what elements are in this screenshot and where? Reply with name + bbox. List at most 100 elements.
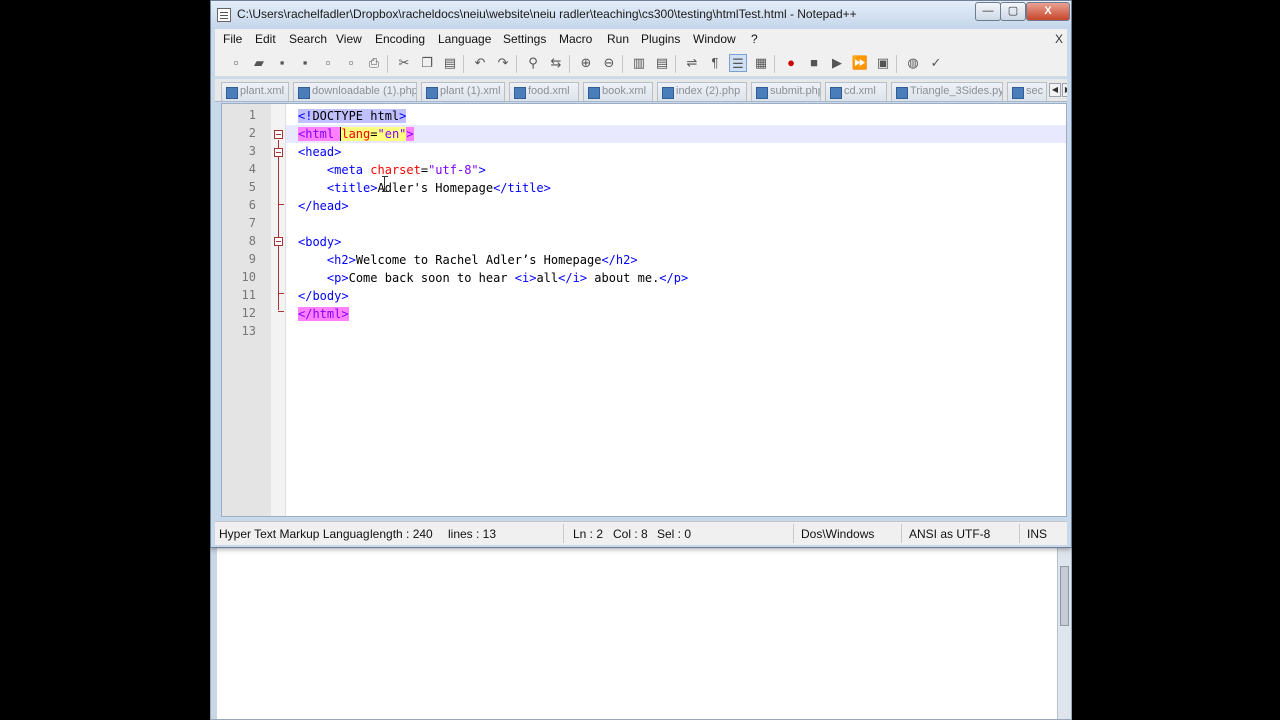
close-window-button[interactable]: X (1026, 2, 1070, 21)
zoom-out-icon[interactable]: ⊖ (600, 54, 618, 72)
save-macro-icon[interactable]: ▣ (874, 54, 892, 72)
stop-macro-icon[interactable]: ■ (805, 54, 823, 72)
menu-encoding[interactable]: Encoding (375, 32, 425, 46)
paste-icon[interactable]: ▤ (441, 54, 459, 72)
background-window-scrollbar[interactable] (1057, 548, 1071, 719)
tab-cd-xml[interactable]: cd.xml (825, 82, 887, 101)
close-icon[interactable]: ▫ (319, 54, 337, 72)
code-line-9[interactable]: <h2>Welcome to Rachel Adler’s Homepage</… (298, 251, 638, 269)
menu-help[interactable]: ? (751, 32, 758, 46)
sync-vertical-icon[interactable]: ▥ (630, 54, 648, 72)
redo-icon[interactable]: ↷ (494, 54, 512, 72)
run-macro-multiple-icon[interactable]: ⏩ (851, 54, 869, 72)
tab-plant-xml[interactable]: plant.xml (221, 82, 289, 101)
menu-window[interactable]: Window (693, 32, 736, 46)
scrollbar-thumb[interactable] (1060, 566, 1069, 626)
close-document-button[interactable]: X (1055, 32, 1063, 46)
print-icon[interactable]: ⎙ (365, 54, 383, 72)
record-macro-icon[interactable]: ● (782, 54, 800, 72)
code-line-4[interactable]: <meta charset="utf-8"> (298, 161, 486, 179)
code-editor[interactable]: 1 2 3 4 5 6 7 8 9 10 11 12 13 <!DOCTYPE … (221, 103, 1067, 517)
copy-icon[interactable]: ❐ (418, 54, 436, 72)
code-line-6[interactable]: </head> (298, 197, 349, 215)
zoom-in-icon[interactable]: ⊕ (577, 54, 595, 72)
undo-icon[interactable]: ↶ (471, 54, 489, 72)
code-line-1[interactable]: <!DOCTYPE html> (298, 107, 407, 125)
fold-toggle-icon[interactable] (274, 237, 283, 246)
title-bar[interactable]: C:\Users\rachelfadler\Dropbox\racheldocs… (211, 1, 1071, 29)
line-number: 12 (241, 306, 256, 320)
sync-horizontal-icon[interactable]: ▤ (653, 54, 671, 72)
status-language: Hyper Text Markup Language (219, 527, 369, 541)
code-line-12[interactable]: </html> (298, 305, 349, 323)
menu-view[interactable]: View (336, 32, 362, 46)
p-text: Come back soon to hear (348, 271, 515, 285)
show-all-chars-icon[interactable]: ¶ (706, 54, 724, 72)
menu-run[interactable]: Run (607, 32, 629, 46)
tab-index-2-php[interactable]: index (2).php (657, 82, 747, 101)
code-line-8[interactable]: <body> (298, 233, 341, 251)
doctype-text: DOCTYPE html (312, 109, 400, 123)
tab-book-xml[interactable]: book.xml (583, 82, 653, 101)
open-file-icon[interactable]: ▰ (250, 54, 268, 72)
spell-check-icon[interactable]: ✓ (927, 54, 945, 72)
launch-browser-icon[interactable]: ◍ (904, 54, 922, 72)
background-window-frame (211, 548, 217, 719)
i-close-tag: </i> (558, 271, 588, 285)
replace-icon[interactable]: ⇆ (547, 54, 565, 72)
find-icon[interactable]: ⚲ (524, 54, 542, 72)
menu-search[interactable]: Search (289, 32, 327, 46)
new-file-icon[interactable]: ▫ (227, 54, 245, 72)
document-tabs: plant.xml downloadable (1).php plant (1)… (215, 79, 1067, 102)
minimize-button[interactable]: — (975, 2, 1001, 21)
menu-edit[interactable]: Edit (255, 32, 276, 46)
i-text: all (536, 271, 559, 285)
html-tag-close: > (406, 127, 414, 141)
line-number: 10 (241, 270, 256, 284)
tab-plant-1-xml[interactable]: plant (1).xml (421, 82, 505, 101)
doc-map-icon[interactable]: ▦ (752, 54, 770, 72)
menu-plugins[interactable]: Plugins (641, 32, 680, 46)
tab-triangle-py[interactable]: Triangle_3Sides.py (891, 82, 1003, 101)
code-line-3[interactable]: <head> (298, 143, 341, 161)
meta-tag: <meta (326, 163, 364, 177)
status-bar: Hyper Text Markup Language length : 240 … (215, 521, 1067, 545)
tab-scroll-right-icon[interactable]: ▶ (1062, 83, 1067, 97)
code-line-5[interactable]: <title>Adler's Homepage</title> (298, 179, 551, 197)
i-open-tag: <i> (514, 271, 537, 285)
line-number: 5 (248, 180, 256, 194)
tab-downloadable-php[interactable]: downloadable (1).php (293, 82, 417, 101)
menu-file[interactable]: File (223, 32, 242, 46)
code-line-11[interactable]: </body> (298, 287, 349, 305)
notepadpp-app-icon[interactable] (217, 8, 231, 22)
tab-sec[interactable]: sec (1007, 82, 1047, 101)
code-line-2[interactable]: <html lang="en"> (298, 125, 414, 143)
toolbar-separator (463, 55, 464, 73)
line-number: 2 (248, 126, 256, 140)
status-separator (901, 524, 902, 543)
doctype-open: <! (298, 109, 313, 123)
cut-icon[interactable]: ✂ (395, 54, 413, 72)
tab-submit-php[interactable]: submit.php (751, 82, 821, 101)
tab-scroll-left-icon[interactable]: ◀ (1049, 83, 1061, 97)
menu-macro[interactable]: Macro (559, 32, 592, 46)
play-macro-icon[interactable]: ▶ (828, 54, 846, 72)
status-lines: lines : 13 (448, 527, 497, 541)
charset-value: "utf-8" (428, 163, 479, 177)
maximize-button[interactable]: ▢ (1000, 2, 1026, 21)
code-line-10[interactable]: <p>Come back soon to hear <i>all</i> abo… (298, 269, 688, 287)
save-icon[interactable]: ▪ (273, 54, 291, 72)
status-encoding: ANSI as UTF-8 (909, 527, 991, 541)
close-all-icon[interactable]: ▫ (342, 54, 360, 72)
save-all-icon[interactable]: ▪ (296, 54, 314, 72)
menu-language[interactable]: Language (438, 32, 491, 46)
indent-guide-icon[interactable]: ☰ (729, 54, 747, 72)
menu-settings[interactable]: Settings (503, 32, 546, 46)
fold-toggle-icon[interactable] (274, 148, 283, 157)
tab-food-xml[interactable]: food.xml (509, 82, 579, 101)
word-wrap-icon[interactable]: ⇌ (683, 54, 701, 72)
fold-toggle-icon[interactable] (274, 130, 283, 139)
toolbar: ▫ ▰ ▪ ▪ ▫ ▫ ⎙ ✂ ❐ ▤ ↶ ↷ ⚲ ⇆ ⊕ ⊖ ▥ ▤ ⇌ ¶ … (215, 51, 1067, 77)
status-line: Ln : 2 (573, 527, 604, 541)
mouse-ibeam-cursor (382, 176, 388, 192)
